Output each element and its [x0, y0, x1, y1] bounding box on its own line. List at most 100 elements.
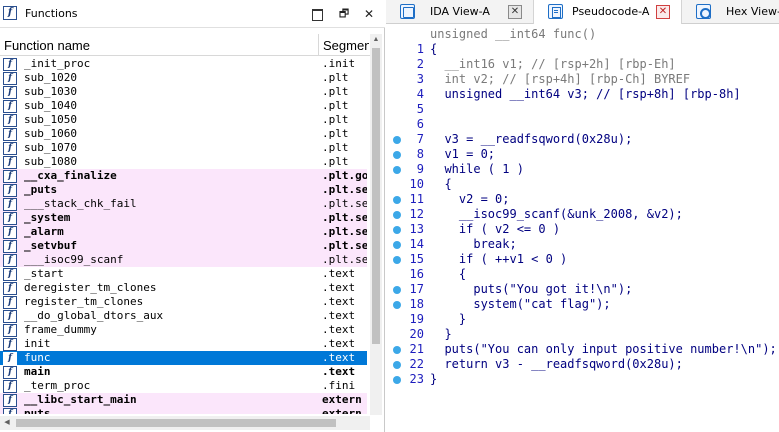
- code-line[interactable]: 17 puts("You got it!\n");: [386, 282, 779, 297]
- breakpoint-dot-icon[interactable]: [393, 256, 401, 264]
- close-tab-icon[interactable]: ✕: [508, 5, 522, 19]
- function-name: _setvbuf: [24, 239, 77, 252]
- function-row[interactable]: f __libc_start_main extern: [0, 393, 367, 407]
- code-line[interactable]: unsigned __int64 func(): [386, 27, 779, 42]
- code-line[interactable]: 19 }: [386, 312, 779, 327]
- function-name: ___stack_chk_fail: [24, 197, 137, 210]
- tab-pseudocode[interactable]: Pseudocode-A ✕: [534, 0, 682, 24]
- function-row[interactable]: f _start .text: [0, 267, 367, 281]
- pseudocode-icon: [548, 4, 563, 19]
- code-line[interactable]: 12 __isoc99_scanf(&unk_2008, &v2);: [386, 207, 779, 222]
- breakpoint-dot-icon[interactable]: [393, 166, 401, 174]
- code-line[interactable]: 14 break;: [386, 237, 779, 252]
- function-row[interactable]: f init .text: [0, 337, 367, 351]
- code-line[interactable]: 5: [386, 102, 779, 117]
- function-row[interactable]: f sub_1020 .plt: [0, 71, 367, 85]
- code-line[interactable]: 18 system("cat flag");: [386, 297, 779, 312]
- function-row[interactable]: f main .text: [0, 365, 367, 379]
- function-row[interactable]: f _init_proc .init: [0, 57, 367, 71]
- code-line[interactable]: 22 return v3 - __readfsqword(0x28u);: [386, 357, 779, 372]
- code-line[interactable]: 11 v2 = 0;: [386, 192, 779, 207]
- close-icon[interactable]: ✕: [361, 6, 377, 22]
- function-row[interactable]: f _puts .plt.sec: [0, 183, 367, 197]
- function-segment: extern: [322, 393, 362, 406]
- function-row[interactable]: f sub_1070 .plt: [0, 141, 367, 155]
- function-row[interactable]: f deregister_tm_clones .text: [0, 281, 367, 295]
- breakpoint-dot-icon[interactable]: [393, 241, 401, 249]
- function-row[interactable]: f func .text: [0, 351, 367, 365]
- function-row[interactable]: f __cxa_finalize .plt.got: [0, 169, 367, 183]
- breakpoint-dot-icon[interactable]: [393, 211, 401, 219]
- function-row[interactable]: f register_tm_clones .text: [0, 295, 367, 309]
- function-row[interactable]: f sub_1040 .plt: [0, 99, 367, 113]
- function-name: sub_1040: [24, 99, 77, 112]
- function-row[interactable]: f sub_1050 .plt: [0, 113, 367, 127]
- tab-hex-view[interactable]: Hex View-1: [682, 0, 779, 24]
- function-name: sub_1020: [24, 71, 77, 84]
- functions-horizontal-scrollbar[interactable]: ◀: [0, 416, 370, 430]
- pseudocode-view[interactable]: unsigned __int64 func() 1{2 __int16 v1; /…: [386, 25, 779, 432]
- column-segment[interactable]: Segmen: [323, 38, 369, 53]
- breakpoint-dot-icon[interactable]: [393, 226, 401, 234]
- function-icon: f: [3, 226, 17, 239]
- function-row[interactable]: f puts extern: [0, 407, 367, 414]
- code-line[interactable]: 20 }: [386, 327, 779, 342]
- function-segment: .text: [322, 281, 356, 294]
- code-line[interactable]: 15 if ( ++v1 < 0 ): [386, 252, 779, 267]
- function-row[interactable]: f sub_1030 .plt: [0, 85, 367, 99]
- breakpoint-dot-icon[interactable]: [393, 136, 401, 144]
- code-line[interactable]: 6: [386, 117, 779, 132]
- breakpoint-dot-icon[interactable]: [393, 346, 401, 354]
- code-text: v2 = 0;: [430, 192, 510, 206]
- code-text: v3 = __readfsqword(0x28u);: [430, 132, 633, 146]
- code-line[interactable]: 16 {: [386, 267, 779, 282]
- scrollbar-thumb[interactable]: [16, 419, 336, 427]
- function-row[interactable]: f ___stack_chk_fail .plt.sec: [0, 197, 367, 211]
- code-line[interactable]: 4 unsigned __int64 v3; // [rsp+8h] [rbp-…: [386, 87, 779, 102]
- code-line[interactable]: 7 v3 = __readfsqword(0x28u);: [386, 132, 779, 147]
- function-row[interactable]: f __do_global_dtors_aux .text: [0, 309, 367, 323]
- minimize-icon[interactable]: [309, 6, 325, 22]
- functions-vertical-scrollbar[interactable]: ▲: [370, 34, 382, 415]
- breakpoint-dot-icon[interactable]: [393, 301, 401, 309]
- code-line[interactable]: 10 {: [386, 177, 779, 192]
- function-row[interactable]: f frame_dummy .text: [0, 323, 367, 337]
- breakpoint-dot-icon[interactable]: [393, 361, 401, 369]
- line-number: 6: [416, 117, 424, 131]
- breakpoint-dot-icon[interactable]: [393, 376, 401, 384]
- function-icon: f: [3, 296, 17, 309]
- line-number: 4: [416, 87, 424, 101]
- function-name: _start: [24, 267, 64, 280]
- code-line[interactable]: 2 __int16 v1; // [rsp+2h] [rbp-Eh]: [386, 57, 779, 72]
- column-function-name[interactable]: Function name: [4, 38, 90, 53]
- code-line[interactable]: 8 v1 = 0;: [386, 147, 779, 162]
- breakpoint-dot-icon[interactable]: [393, 151, 401, 159]
- function-row[interactable]: f ___isoc99_scanf .plt.sec: [0, 253, 367, 267]
- function-row[interactable]: f sub_1060 .plt: [0, 127, 367, 141]
- code-line[interactable]: 1{: [386, 42, 779, 57]
- function-row[interactable]: f sub_1080 .plt: [0, 155, 367, 169]
- code-text: __isoc99_scanf(&unk_2008, &v2);: [430, 207, 683, 221]
- function-row[interactable]: f _system .plt.sec: [0, 211, 367, 225]
- code-line[interactable]: 13 if ( v2 <= 0 ): [386, 222, 779, 237]
- code-line[interactable]: 3 int v2; // [rsp+4h] [rbp-Ch] BYREF: [386, 72, 779, 87]
- function-row[interactable]: f _alarm .plt.sec: [0, 225, 367, 239]
- breakpoint-dot-icon[interactable]: [393, 196, 401, 204]
- line-number: 8: [416, 147, 424, 161]
- function-segment: .plt.sec: [322, 253, 367, 266]
- breakpoint-dot-icon[interactable]: [393, 286, 401, 294]
- tab-ida-view[interactable]: IDA View-A ✕: [386, 0, 534, 24]
- line-number: 23: [409, 372, 424, 386]
- function-row[interactable]: f _setvbuf .plt.sec: [0, 239, 367, 253]
- restore-icon[interactable]: 🗗: [336, 6, 352, 22]
- scroll-left-icon[interactable]: ◀: [0, 416, 14, 430]
- scroll-up-icon[interactable]: ▲: [370, 34, 382, 46]
- column-divider[interactable]: [318, 34, 319, 56]
- close-tab-icon[interactable]: ✕: [656, 5, 670, 19]
- function-icon: f: [3, 408, 17, 414]
- code-line[interactable]: 23}: [386, 372, 779, 387]
- scrollbar-thumb[interactable]: [372, 48, 380, 344]
- code-line[interactable]: 9 while ( 1 ): [386, 162, 779, 177]
- function-row[interactable]: f _term_proc .fini: [0, 379, 367, 393]
- code-line[interactable]: 21 puts("You can only input positive num…: [386, 342, 779, 357]
